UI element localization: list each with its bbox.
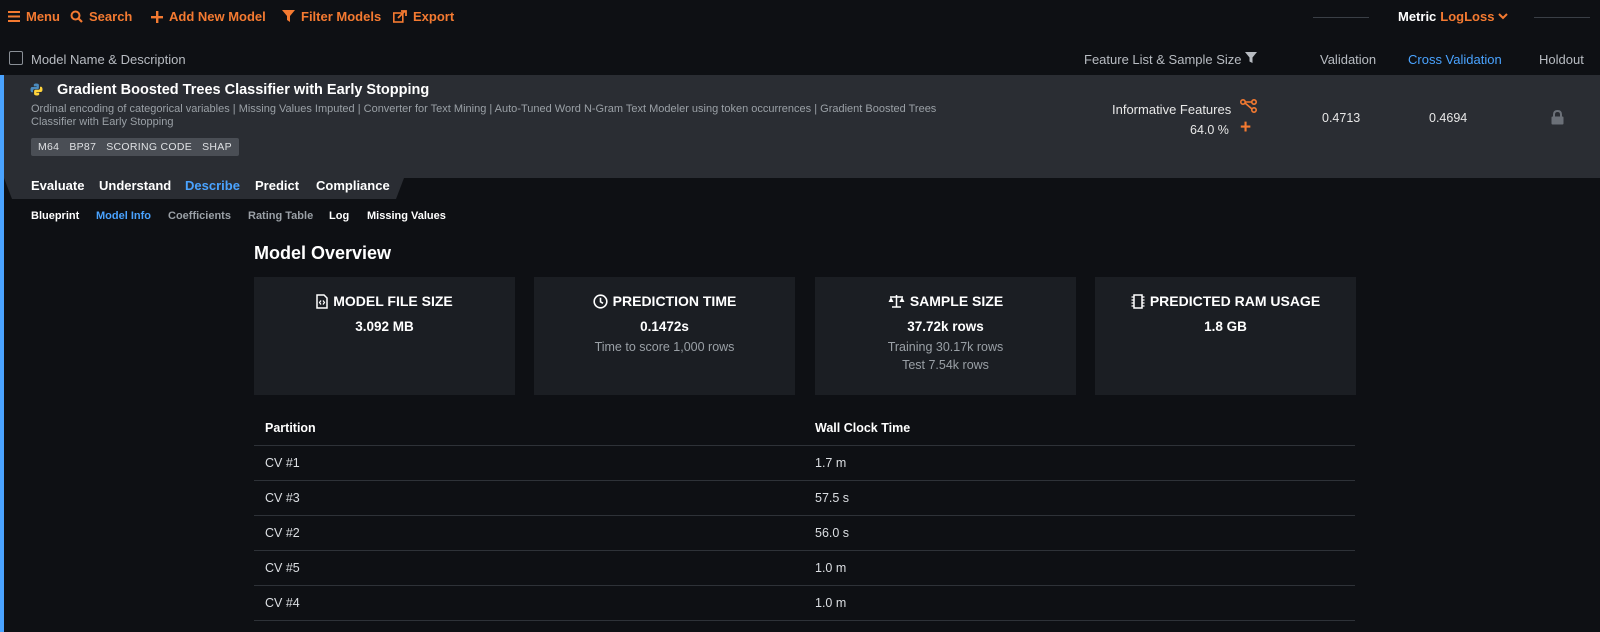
search-label: Search [89, 9, 133, 24]
column-model-name[interactable]: Model Name & Description [31, 52, 186, 67]
export-label: Export [413, 9, 455, 24]
table-row: CV #3 57.5 s [254, 481, 1355, 516]
feature-list-icon[interactable] [1240, 99, 1257, 113]
card-value: 0.1472s [640, 319, 689, 334]
cross-validation-score: 0.4694 [1429, 111, 1468, 125]
sample-size-percent: 64.0 % [1190, 123, 1229, 137]
plus-icon [151, 10, 163, 23]
export-button[interactable]: Export [393, 9, 454, 24]
tab-describe[interactable]: Describe [185, 178, 240, 193]
card-value: 37.72k rows [907, 319, 984, 334]
subtab-coefficients[interactable]: Coefficients [168, 210, 231, 222]
model-badges: M64 BP87 SCORING CODE SHAP [31, 138, 239, 156]
table-row: CV #2 56.0 s [254, 516, 1355, 551]
column-feature-list[interactable]: Feature List & Sample Size [1084, 52, 1242, 67]
card-subtext-test: Test 7.54k rows [902, 358, 989, 372]
filter-models-label: Filter Models [301, 9, 382, 24]
python-icon [30, 83, 43, 96]
menu-label: Menu [26, 9, 60, 24]
wall-clock-cell: 57.5 s [815, 491, 850, 505]
top-toolbar: Menu Search Add New Model Filter Models … [0, 0, 1600, 34]
wall-clock-cell: 1.7 m [815, 456, 847, 470]
tab-evaluate[interactable]: Evaluate [31, 178, 84, 193]
model-file-size-card: MODEL FILE SIZE 3.092 MB [254, 277, 515, 395]
balance-scale-icon [888, 295, 905, 308]
chevron-down-icon [1498, 13, 1509, 20]
model-description: Ordinal encoding of categorical variable… [31, 103, 937, 128]
subtab-rating-table[interactable]: Rating Table [248, 210, 313, 222]
search-button[interactable]: Search [70, 9, 132, 24]
search-icon [70, 10, 83, 23]
metric-label: Metric [1398, 9, 1437, 24]
add-sample-size-icon[interactable]: + [1240, 118, 1251, 137]
card-title: MODEL FILE SIZE [333, 293, 453, 309]
partition-cell: CV #5 [265, 561, 300, 575]
metric-selector: Metric LogLoss [1398, 9, 1509, 24]
hamburger-icon [8, 11, 20, 22]
card-subtext-training: Training 30.17k rows [887, 340, 1004, 354]
badge-scoring-code: SCORING CODE [106, 141, 193, 153]
subtab-model-info[interactable]: Model Info [96, 210, 151, 222]
divider [1313, 17, 1369, 31]
divider [1534, 17, 1590, 31]
column-validation[interactable]: Validation [1320, 52, 1376, 67]
card-title: SAMPLE SIZE [909, 293, 1004, 309]
model-row[interactable]: Gradient Boosted Trees Classifier with E… [4, 75, 1600, 178]
filter-models-button[interactable]: Filter Models [282, 9, 381, 24]
select-all-checkbox[interactable] [9, 51, 23, 65]
partition-cell: CV #2 [265, 526, 300, 540]
card-title: PREDICTED RAM USAGE [1149, 293, 1321, 309]
model-title[interactable]: Gradient Boosted Trees Classifier with E… [57, 82, 429, 98]
feature-list-name[interactable]: Informative Features [1112, 102, 1231, 117]
table-row: CV #4 1.0 m [254, 586, 1355, 621]
table-header-row: Partition Wall Clock Time [254, 411, 1355, 446]
card-subtext: Time to score 1,000 rows [594, 340, 735, 354]
add-new-model-label: Add New Model [169, 9, 266, 24]
header-wall-clock-time: Wall Clock Time [815, 421, 911, 435]
add-new-model-button[interactable]: Add New Model [151, 9, 266, 24]
column-cross-validation[interactable]: Cross Validation [1408, 52, 1502, 67]
wall-clock-cell: 1.0 m [815, 596, 847, 610]
column-holdout[interactable]: Holdout [1539, 52, 1584, 67]
subtab-blueprint[interactable]: Blueprint [31, 210, 79, 222]
partition-cell: CV #3 [265, 491, 300, 505]
card-value: 1.8 GB [1204, 319, 1247, 334]
export-icon [393, 10, 407, 23]
tab-compliance[interactable]: Compliance [316, 178, 390, 193]
table-row: CV #1 1.7 m [254, 446, 1355, 481]
header-partition: Partition [265, 421, 316, 435]
validation-score: 0.4713 [1322, 111, 1361, 125]
partition-timing-table: Partition Wall Clock Time CV #1 1.7 m CV… [254, 411, 1355, 621]
file-code-icon [316, 293, 328, 309]
card-value: 3.092 MB [355, 319, 414, 334]
subtab-log[interactable]: Log [329, 210, 349, 222]
card-title: PREDICTION TIME [612, 293, 737, 309]
leaderboard-header: Model Name & Description Feature List & … [0, 44, 1600, 74]
badge-blueprint-number: BP87 [69, 141, 97, 153]
model-overview-title: Model Overview [254, 243, 392, 263]
partition-cell: CV #4 [265, 596, 300, 610]
wall-clock-cell: 1.0 m [815, 561, 847, 575]
tab-predict[interactable]: Predict [255, 178, 299, 193]
filter-icon [282, 10, 295, 22]
memory-chip-icon [1131, 293, 1145, 309]
badge-model-number: M64 [38, 141, 60, 153]
table-row: CV #5 1.0 m [254, 551, 1355, 586]
badge-shap: SHAP [202, 141, 232, 153]
lock-icon[interactable] [1551, 110, 1564, 125]
metric-value: LogLoss [1440, 9, 1495, 24]
clock-icon [593, 293, 608, 309]
metric-dropdown[interactable]: LogLoss [1440, 9, 1509, 24]
sample-size-card: SAMPLE SIZE 37.72k rows Training 30.17k … [815, 277, 1076, 395]
menu-button[interactable]: Menu [8, 9, 60, 24]
subtab-missing-values[interactable]: Missing Values [367, 210, 446, 222]
filter-icon[interactable] [1245, 52, 1257, 64]
tab-understand[interactable]: Understand [99, 178, 171, 193]
prediction-time-card: PREDICTION TIME 0.1472s Time to score 1,… [534, 277, 795, 395]
predicted-ram-usage-card: PREDICTED RAM USAGE 1.8 GB [1095, 277, 1356, 395]
partition-cell: CV #1 [265, 456, 300, 470]
wall-clock-cell: 56.0 s [815, 526, 850, 540]
